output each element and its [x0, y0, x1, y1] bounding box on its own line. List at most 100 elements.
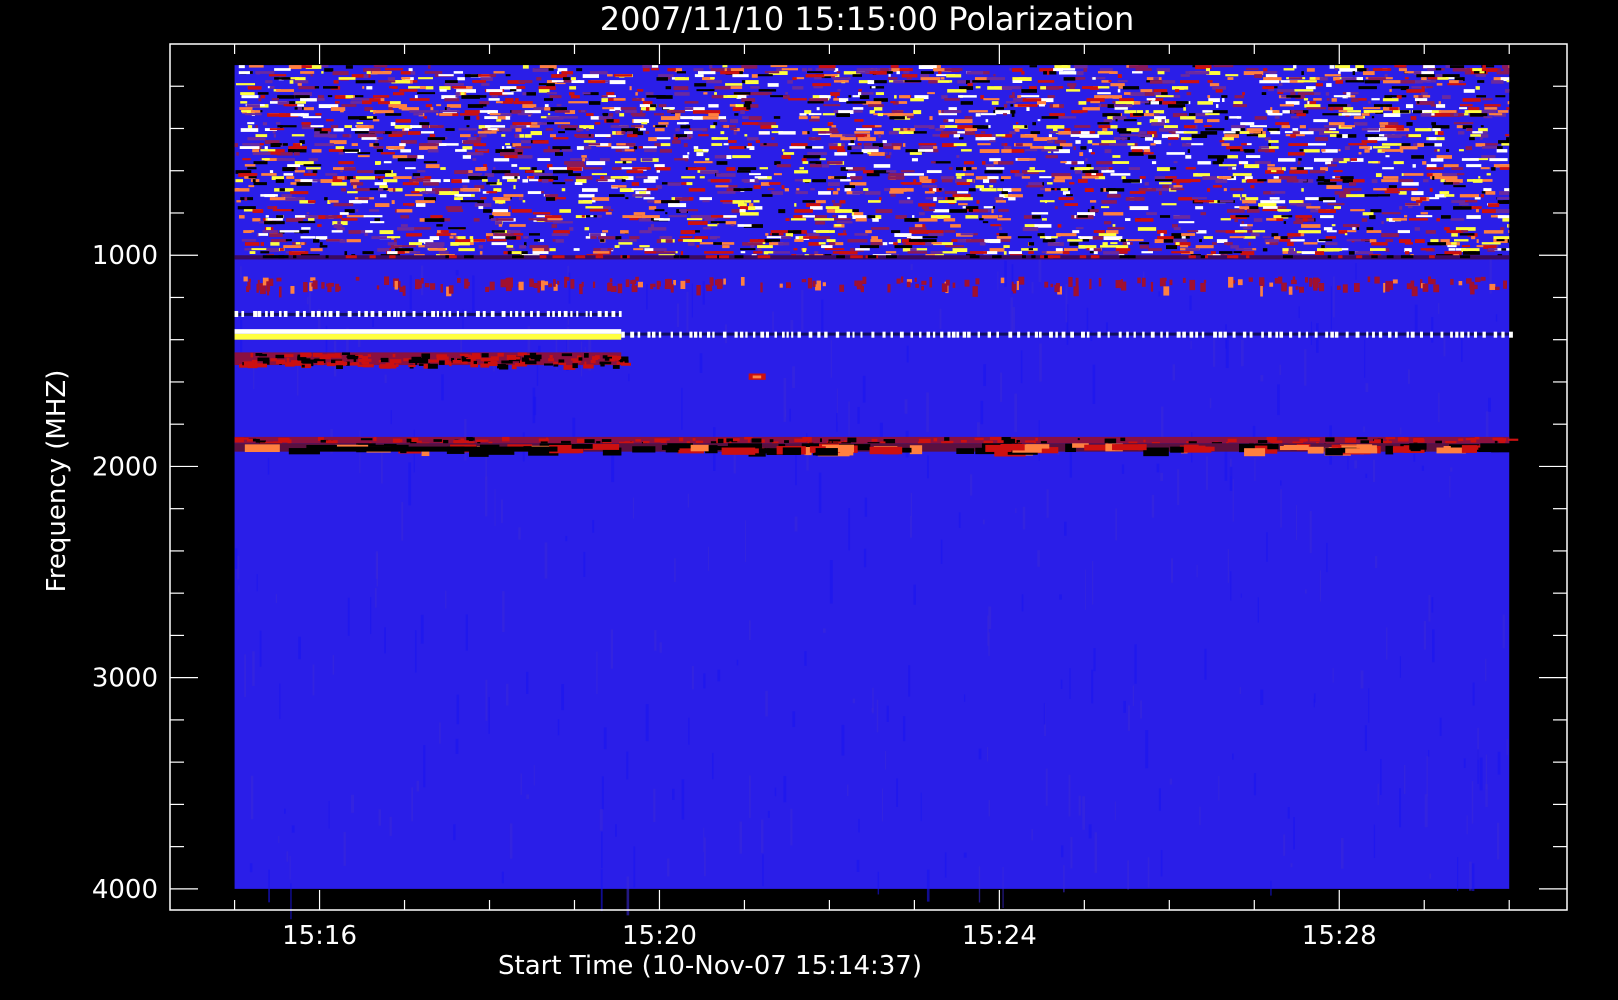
noise-mark — [893, 242, 898, 246]
noise-mark — [620, 230, 629, 234]
noise-mark — [488, 98, 500, 101]
noise-mark — [660, 116, 680, 120]
noise-mark — [893, 80, 904, 84]
burst-mark — [1283, 444, 1309, 451]
noise-mark — [1328, 104, 1348, 107]
noise-mark — [461, 92, 465, 96]
noise-mark — [1436, 218, 1440, 222]
noise-mark — [1361, 113, 1370, 116]
noise-mark — [1060, 188, 1069, 191]
noise-mark — [376, 137, 384, 140]
dash-mark — [1261, 331, 1264, 338]
noise-mark — [1367, 110, 1384, 113]
noise-mark — [557, 125, 560, 128]
noise-mark — [827, 182, 840, 187]
sparse-mark — [1018, 276, 1025, 285]
dash-mark — [370, 310, 375, 317]
noise-mark — [1353, 122, 1368, 126]
noise-mark — [522, 65, 529, 69]
noise-mark — [1466, 164, 1482, 168]
noise-mark — [1420, 113, 1432, 117]
line-mark — [850, 255, 863, 259]
noise-mark — [451, 86, 466, 89]
noise-mark — [979, 242, 986, 246]
stripe-mark — [1356, 437, 1368, 440]
noise-mark — [1406, 122, 1413, 126]
noise-mark — [274, 77, 291, 80]
noise-mark — [1385, 155, 1390, 158]
noise-mark — [290, 113, 309, 117]
sparse-mark — [420, 277, 424, 284]
noise-mark — [1429, 176, 1444, 180]
noise-mark — [1220, 218, 1231, 221]
texture-mark — [699, 353, 703, 373]
sparse-mark — [1098, 277, 1102, 287]
noise-mark — [613, 98, 626, 101]
noise-mark — [757, 248, 762, 251]
noise-mark — [547, 218, 563, 221]
dash-mark — [393, 310, 397, 317]
noise-mark — [641, 215, 646, 219]
noise-mark — [1294, 89, 1314, 92]
noise-mark — [239, 107, 253, 110]
noise-mark — [977, 143, 991, 146]
texture-mark — [1279, 364, 1282, 376]
noise-mark — [339, 212, 349, 215]
noise-mark — [1346, 92, 1351, 96]
noise-mark — [1483, 230, 1504, 234]
noise-mark — [1368, 77, 1386, 81]
texture-mark — [484, 476, 488, 517]
noise-mark — [1223, 188, 1227, 192]
line-mark — [1246, 255, 1250, 259]
noise-mark — [1442, 74, 1460, 78]
noise-mark — [532, 68, 549, 72]
noise-mark — [1323, 227, 1333, 231]
noise-mark — [983, 206, 993, 209]
noise-mark — [682, 239, 702, 242]
noise-mark — [645, 92, 654, 96]
noise-mark — [337, 221, 341, 224]
noise-mark — [702, 116, 719, 120]
texture-mark — [485, 679, 488, 721]
noise-mark — [1247, 209, 1260, 213]
noise-mark — [1045, 251, 1064, 254]
noise-mark — [317, 215, 326, 220]
noise-mark — [350, 182, 364, 186]
noise-mark — [248, 65, 264, 68]
noise-mark — [1338, 149, 1341, 152]
noise-mark — [1446, 149, 1450, 152]
noise-mark — [1161, 92, 1168, 95]
noise-mark — [981, 161, 986, 165]
dash-mark — [899, 331, 904, 338]
dash-mark — [1440, 331, 1444, 338]
noise-mark — [1459, 233, 1475, 236]
noise-mark — [1103, 251, 1120, 255]
noise-mark — [968, 206, 978, 210]
stripe-mark — [473, 360, 478, 365]
dash-mark — [1450, 331, 1453, 338]
noise-mark — [995, 110, 1011, 115]
texture-mark — [439, 722, 441, 744]
sparse-mark — [1000, 277, 1005, 284]
noise-mark — [1122, 179, 1140, 183]
noise-mark — [643, 179, 656, 183]
y-tick-label: 1000 — [92, 241, 158, 271]
noise-mark — [530, 131, 542, 136]
texture-mark — [1438, 303, 1440, 314]
noise-mark — [1417, 101, 1420, 104]
stripe-mark — [654, 438, 665, 443]
texture-mark — [646, 283, 648, 310]
texture-mark — [1428, 595, 1431, 622]
noise-mark — [242, 143, 255, 146]
noise-mark — [1404, 242, 1413, 245]
noise-mark — [1398, 68, 1407, 72]
noise-mark — [1218, 176, 1232, 179]
noise-mark — [436, 224, 443, 227]
noise-mark — [707, 224, 718, 227]
stripe-mark — [490, 360, 497, 364]
noise-mark — [313, 134, 332, 138]
noise-mark — [1074, 65, 1088, 69]
sparse-mark — [822, 282, 826, 287]
sparse-mark — [972, 286, 978, 297]
noise-mark — [424, 71, 443, 74]
